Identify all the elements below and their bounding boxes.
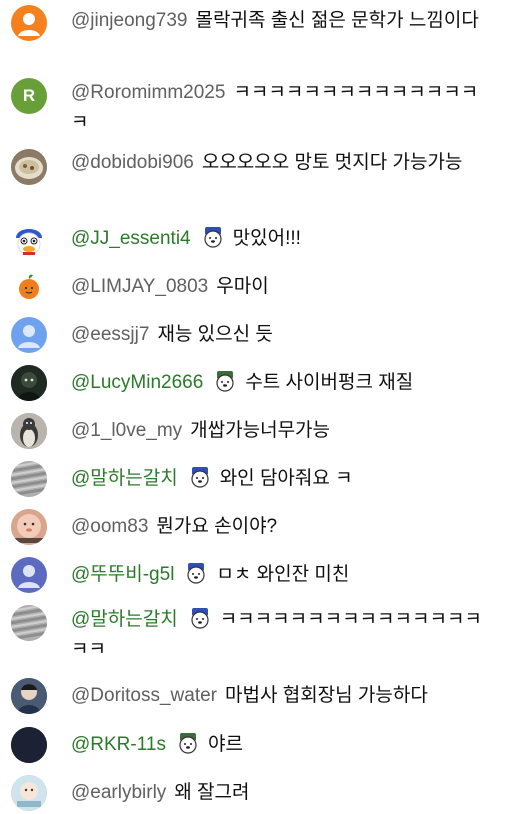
member-badge-icon — [179, 733, 197, 754]
author-name[interactable]: @dobidobi906 — [71, 152, 194, 173]
illustration-photo-icon — [11, 775, 47, 811]
message-text: 개쌉가능너무가능 — [190, 420, 331, 441]
author-name[interactable]: @뚜뚜비-g5l — [71, 564, 174, 585]
texture-photo-icon — [11, 605, 47, 641]
duck-character-icon — [11, 222, 47, 258]
message-body: @eessjj7 재능 있으신 듯 — [71, 320, 491, 350]
author-name[interactable]: @1_l0ve_my — [71, 420, 182, 441]
penguin-photo-icon — [11, 413, 47, 449]
author-name[interactable]: @RKR-11s — [71, 734, 166, 755]
author-name[interactable]: @JJ_essenti4 — [71, 228, 191, 249]
avatar[interactable] — [11, 509, 47, 545]
person-icon — [18, 13, 40, 36]
message-body: @JJ_essenti4 맛있어!!! — [71, 224, 491, 254]
author-name[interactable]: @LucyMin2666 — [71, 372, 203, 393]
avatar-letter: R — [22, 86, 36, 105]
author-name[interactable]: @LIMJAY_0803 — [71, 276, 208, 297]
message-body: @earlybirly 왜 잘그려 — [71, 778, 491, 808]
author-name[interactable]: @eessjj7 — [71, 324, 149, 345]
message-text: 맛있어!!! — [232, 228, 301, 249]
avatar[interactable] — [11, 149, 47, 185]
member-badge-icon — [216, 371, 234, 392]
message-text: 야르 — [207, 734, 243, 755]
message-text: 마법사 협회장님 가능하다 — [225, 685, 428, 706]
avatar[interactable] — [11, 317, 47, 353]
message-body: @LIMJAY_0803 우마이 — [71, 272, 491, 302]
message-body: @Roromimm2025 ㅋㅋㅋㅋㅋㅋㅋㅋㅋㅋㅋㅋㅋㅋㅋ — [71, 78, 491, 138]
message-text: 수트 사이버펑크 재질 — [245, 372, 414, 393]
avatar[interactable] — [11, 678, 47, 714]
avatar[interactable] — [11, 269, 47, 305]
member-badge-icon — [191, 608, 209, 629]
avatar[interactable] — [11, 413, 47, 449]
dark-photo-icon — [11, 727, 47, 763]
message-text: 우마이 — [216, 276, 269, 297]
author-name[interactable]: @말하는갈치 — [71, 468, 178, 489]
avatar[interactable] — [11, 605, 47, 641]
message-body: @dobidobi906 오오오오오 망토 멋지다 가능가능 — [71, 148, 491, 178]
message-text: 뭔가요 손이야? — [156, 516, 278, 537]
person-icon — [18, 565, 40, 588]
avatar[interactable]: R — [11, 78, 47, 114]
message-body: @oom83 뭔가요 손이야? — [71, 512, 491, 542]
orange-fruit-icon — [11, 269, 47, 305]
baby-photo-icon — [11, 509, 47, 545]
message-text: 재능 있으신 듯 — [157, 324, 273, 345]
message-body: @Doritoss_water 마법사 협회장님 가능하다 — [71, 681, 491, 711]
avatar[interactable] — [11, 557, 47, 593]
food-bowl-icon — [11, 149, 47, 185]
avatar[interactable] — [11, 461, 47, 497]
avatar[interactable] — [11, 365, 47, 401]
author-name[interactable]: @말하는갈치 — [71, 609, 178, 630]
message-body: @뚜뚜비-g5l ㅁㅊ 와인잔 미친 — [71, 560, 491, 590]
author-name[interactable]: @Doritoss_water — [71, 685, 217, 706]
avatar[interactable] — [11, 727, 47, 763]
avatar[interactable] — [11, 222, 47, 258]
character-photo-icon — [11, 365, 47, 401]
author-name[interactable]: @Roromimm2025 — [71, 82, 225, 103]
message-body: @jinjeong739 몰락귀족 출신 젊은 문학가 느낌이다 — [71, 6, 491, 36]
message-body: @말하는갈치 와인 담아줘요 ㅋ — [71, 464, 491, 494]
message-text: 오오오오오 망토 멋지다 가능가능 — [201, 152, 463, 173]
member-badge-icon — [187, 563, 206, 584]
message-body: @말하는갈치 ㅋㅋㅋㅋㅋㅋㅋㅋㅋㅋㅋㅋㅋㅋㅋㅋㅋ — [71, 605, 491, 665]
message-text: 몰락귀족 출신 젊은 문학가 느낌이다 — [195, 10, 479, 31]
message-text: 왜 잘그려 — [174, 782, 250, 803]
character-photo-icon — [11, 678, 47, 714]
member-badge-icon — [191, 467, 209, 488]
author-name[interactable]: @oom83 — [71, 516, 148, 537]
texture-photo-icon — [11, 461, 47, 497]
message-text: 와인 담아줘요 ㅋ — [219, 468, 353, 489]
author-name[interactable]: @jinjeong739 — [71, 10, 188, 31]
message-body: @LucyMin2666 수트 사이버펑크 재질 — [71, 368, 491, 398]
avatar[interactable] — [11, 5, 47, 41]
message-body: @RKR-11s 야르 — [71, 730, 491, 760]
author-name[interactable]: @earlybirly — [71, 782, 166, 803]
message-body: @1_l0ve_my 개쌉가능너무가능 — [71, 416, 491, 446]
message-text: ㅁㅊ 와인잔 미친 — [216, 564, 350, 585]
person-icon — [18, 325, 40, 348]
avatar[interactable] — [11, 775, 47, 811]
member-badge-icon — [204, 227, 222, 248]
